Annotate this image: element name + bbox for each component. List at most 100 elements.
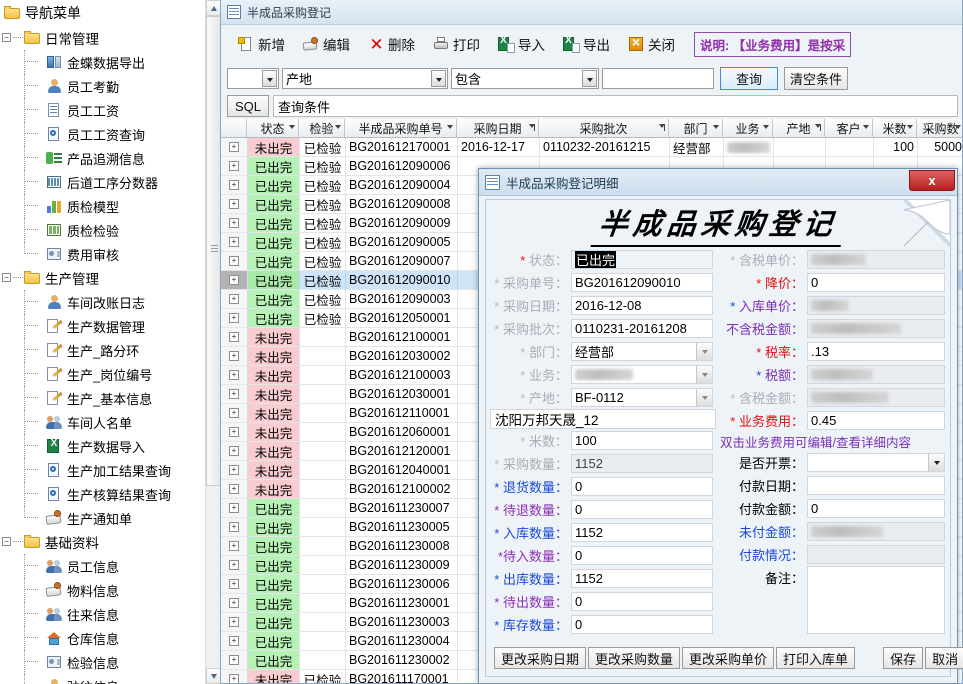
sidebar-item-1-5[interactable]: 车间人名单 <box>0 410 205 434</box>
plus-icon[interactable]: + <box>229 503 239 513</box>
sidebar-item-1-3[interactable]: 生产_岗位编号 <box>0 362 205 386</box>
grid-cell[interactable]: 已出完 <box>248 214 300 232</box>
row-expander[interactable]: + <box>221 651 248 669</box>
row-expander[interactable]: + <box>221 499 248 517</box>
sidebar-item-1-0[interactable]: 车间改账日志 <box>0 290 205 314</box>
grid-col-header-5[interactable]: 部门 <box>669 119 723 138</box>
grid-cell[interactable]: 已出完 <box>248 518 300 536</box>
sql-condition-text[interactable]: 查询条件 <box>273 95 958 117</box>
field-input[interactable]: 0 <box>571 477 713 496</box>
grid-cell[interactable]: 已出完 <box>248 309 300 327</box>
grid-cell[interactable]: 未出完 <box>248 480 300 498</box>
field-input[interactable]: 0 <box>571 500 713 519</box>
grid-cell[interactable]: 未出完 <box>248 442 300 460</box>
grid-cell[interactable]: BG201612090007 <box>346 252 458 270</box>
field-input[interactable]: 0 <box>807 273 945 292</box>
sidebar-item-1-4[interactable]: 生产_基本信息 <box>0 386 205 410</box>
nav-root[interactable]: 导航菜单 <box>0 0 205 26</box>
grid-cell[interactable]: 已出完 <box>248 252 300 270</box>
sidebar-item-0-2[interactable]: 员工工资 <box>0 98 205 122</box>
remark-textarea[interactable] <box>807 566 945 634</box>
row-expander[interactable]: + <box>221 556 248 574</box>
plus-icon[interactable]: + <box>229 617 239 627</box>
grid-cell[interactable] <box>300 366 346 384</box>
grid-cell[interactable] <box>300 575 346 593</box>
plus-icon[interactable]: + <box>229 142 239 152</box>
field-input[interactable] <box>807 453 945 472</box>
grid-cell[interactable]: 已出完 <box>248 575 300 593</box>
plus-icon[interactable]: + <box>229 313 239 323</box>
filter-arrow-icon[interactable] <box>955 125 961 129</box>
row-expander[interactable]: + <box>221 670 248 683</box>
row-expander[interactable]: + <box>221 461 248 479</box>
search-button[interactable]: 查询 <box>720 66 778 90</box>
row-expander[interactable]: + <box>221 309 248 327</box>
plus-icon[interactable]: + <box>229 199 239 209</box>
row-expander[interactable]: + <box>221 537 248 555</box>
sidebar-item-0-1[interactable]: 员工考勤 <box>0 74 205 98</box>
origin-name-field[interactable]: 沈阳万邦天晟_12 <box>490 409 716 429</box>
sidebar-item-2-1[interactable]: 物料信息 <box>0 578 205 602</box>
grid-cell[interactable]: 已出完 <box>248 632 300 650</box>
sidebar-item-2-4[interactable]: 检验信息 <box>0 650 205 674</box>
row-expander[interactable]: + <box>221 613 248 631</box>
row-expander[interactable]: + <box>221 404 248 422</box>
grid-cell[interactable] <box>300 556 346 574</box>
sidebar-item-0-3[interactable]: 员工工资查询 <box>0 122 205 146</box>
grid-cell[interactable]: BG201612060001 <box>346 423 458 441</box>
row-expander[interactable]: + <box>221 385 248 403</box>
grid-cell[interactable] <box>300 518 346 536</box>
grid-cell[interactable]: 未出完 <box>248 461 300 479</box>
row-expander[interactable]: + <box>221 271 248 289</box>
plus-icon[interactable]: + <box>229 218 239 228</box>
toolbar-删除-button[interactable]: ✕ 删除 <box>359 29 424 59</box>
plus-icon[interactable]: + <box>229 655 239 665</box>
table-row[interactable]: + 未出完 已检验 BG201612170001 2016-12-17 0110232-2… <box>221 138 962 157</box>
grid-cell[interactable]: BG201612090010 <box>346 271 458 289</box>
row-expander[interactable]: + <box>221 252 248 270</box>
grid-cell[interactable]: BG201611230007 <box>346 499 458 517</box>
row-expander[interactable]: + <box>221 594 248 612</box>
plus-icon[interactable]: + <box>229 522 239 532</box>
grid-cell[interactable]: 已检验 <box>300 670 346 683</box>
scroll-up-icon[interactable] <box>206 0 221 16</box>
row-expander[interactable]: + <box>221 347 248 365</box>
grid-cell[interactable] <box>774 138 826 156</box>
row-expander[interactable]: + <box>221 442 248 460</box>
grid-col-header-6[interactable]: 业务 <box>723 119 773 138</box>
field-input[interactable] <box>807 545 945 564</box>
grid-cell[interactable]: BG201611230002 <box>346 651 458 669</box>
row-expander[interactable]: + <box>221 214 248 232</box>
grid-cell[interactable] <box>300 632 346 650</box>
sidebar-item-0-6[interactable]: 质检模型 <box>0 194 205 218</box>
row-expander[interactable]: + <box>221 138 248 156</box>
plus-icon[interactable]: + <box>229 446 239 456</box>
field-input[interactable]: BF-0112 <box>571 388 713 407</box>
dialog-button-取消[interactable]: 取消 <box>925 647 963 669</box>
field-input[interactable]: BG201612090010 <box>571 273 713 292</box>
grid-cell[interactable] <box>300 423 346 441</box>
filter-arrow-icon[interactable] <box>335 125 341 129</box>
field-input[interactable]: 1152 <box>571 523 713 542</box>
dialog-button-更改采购日期[interactable]: 更改采购日期 <box>494 647 587 669</box>
row-expander[interactable]: + <box>221 290 248 308</box>
plus-icon[interactable]: + <box>229 408 239 418</box>
toolbar-导出-button[interactable]: 导出 <box>554 29 619 59</box>
grid-cell[interactable]: 已检验 <box>300 290 346 308</box>
grid-cell[interactable]: BG201611170001 <box>346 670 458 683</box>
chevron-down-icon[interactable] <box>262 69 277 87</box>
plus-icon[interactable]: + <box>229 598 239 608</box>
grid-cell[interactable]: 已出完 <box>248 537 300 555</box>
grid-cell[interactable]: BG201611230008 <box>346 537 458 555</box>
sidebar-item-0-7[interactable]: 质检检验 <box>0 218 205 242</box>
chevron-down-icon[interactable] <box>696 366 712 383</box>
field-input[interactable] <box>807 522 945 541</box>
grid-cell[interactable]: BG201612170001 <box>346 138 458 156</box>
grid-cell[interactable] <box>300 537 346 555</box>
grid-cell[interactable]: 未出完 <box>248 366 300 384</box>
grid-col-header-9[interactable]: 米数 <box>873 119 917 138</box>
grid-cell[interactable]: 未出完 <box>248 670 300 683</box>
grid-cell[interactable]: 已出完 <box>248 195 300 213</box>
nav-group-0[interactable]: − 日常管理 <box>0 26 205 50</box>
grid-cell[interactable] <box>826 138 874 156</box>
